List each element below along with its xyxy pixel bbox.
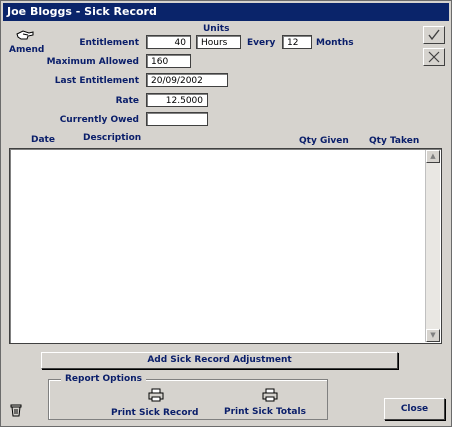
units-header: Units	[203, 24, 230, 34]
rate-label: Rate	[115, 96, 139, 106]
max-allowed-label: Maximum Allowed	[46, 57, 139, 67]
print-sick-totals-label[interactable]: Print Sick Totals	[224, 407, 306, 417]
col-header-qty-taken: Qty Taken	[369, 136, 420, 146]
last-entitlement-field[interactable]: 20/09/2002	[146, 73, 228, 87]
rate-field[interactable]: 12.5000	[146, 93, 208, 107]
ok-button[interactable]	[423, 26, 445, 44]
entitlement-label: Entitlement	[79, 38, 139, 48]
window-title: Joe Bloggs - Sick Record	[3, 3, 449, 21]
col-header-date: Date	[31, 135, 55, 145]
amend-icon[interactable]	[15, 27, 35, 41]
amend-label[interactable]: Amend	[9, 45, 44, 55]
months-label: Months	[316, 38, 354, 48]
print-sick-record-label[interactable]: Print Sick Record	[111, 408, 198, 418]
sick-record-list[interactable]: ▲ ▼	[9, 148, 442, 344]
every-label: Every	[247, 38, 276, 48]
scroll-up-arrow-icon[interactable]: ▲	[426, 150, 440, 163]
cross-icon	[428, 51, 440, 63]
close-button[interactable]: Close	[384, 398, 445, 420]
every-field[interactable]: 12	[282, 35, 312, 49]
sick-record-window: Joe Bloggs - Sick Record Amend Units Ent…	[0, 0, 452, 427]
print-record-icon[interactable]	[148, 387, 164, 402]
col-header-description: Description	[83, 133, 142, 143]
list-scrollbar[interactable]: ▲ ▼	[425, 150, 440, 342]
report-options-legend: Report Options	[61, 374, 146, 384]
units-field[interactable]: Hours	[196, 35, 241, 49]
last-entitlement-label: Last Entitlement	[54, 76, 139, 86]
scroll-down-arrow-icon[interactable]: ▼	[426, 329, 440, 342]
print-totals-icon[interactable]	[262, 387, 278, 402]
cancel-button[interactable]	[423, 48, 445, 66]
col-header-qty-given: Qty Given	[299, 136, 349, 146]
currently-owed-label: Currently Owed	[59, 115, 139, 125]
currently-owed-field[interactable]	[146, 112, 208, 126]
max-allowed-field[interactable]: 160	[146, 54, 191, 68]
trash-icon[interactable]	[10, 402, 22, 417]
add-adjustment-button[interactable]: Add Sick Record Adjustment	[41, 352, 398, 369]
entitlement-field[interactable]: 40	[146, 35, 191, 49]
check-icon	[428, 29, 440, 41]
